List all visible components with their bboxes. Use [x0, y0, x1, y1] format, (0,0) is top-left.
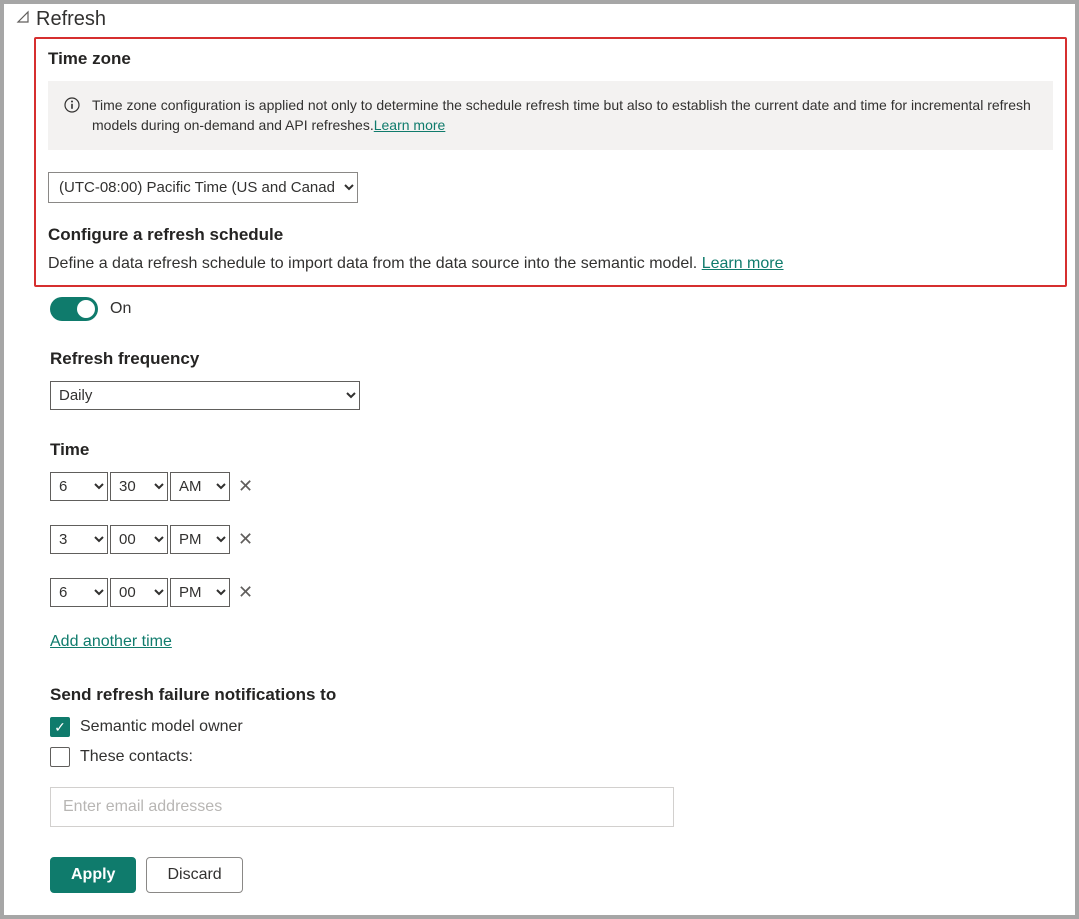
notify-owner-row: ✓ Semantic model owner [50, 717, 1063, 737]
section-header[interactable]: Refresh [4, 4, 1075, 35]
ampm-select[interactable]: AM [170, 472, 230, 501]
ampm-select[interactable]: PM [170, 578, 230, 607]
toggle-state-label: On [110, 300, 131, 318]
timezone-heading: Time zone [48, 49, 1053, 69]
collapse-icon [16, 10, 30, 29]
frequency-heading: Refresh frequency [50, 349, 1063, 369]
discard-button[interactable]: Discard [146, 857, 242, 893]
time-row-1: 3 00 PM ✕ [50, 525, 1063, 554]
highlighted-region: Time zone Time zone configuration is app… [34, 37, 1067, 287]
remove-time-icon[interactable]: ✕ [238, 583, 253, 601]
minute-select[interactable]: 30 [110, 472, 168, 501]
schedule-heading: Configure a refresh schedule [48, 225, 1053, 245]
timezone-info-text: Time zone configuration is applied not o… [92, 95, 1037, 136]
hour-select[interactable]: 6 [50, 472, 108, 501]
action-buttons: Apply Discard [50, 857, 1063, 893]
notify-contacts-checkbox[interactable] [50, 747, 70, 767]
toggle-knob [77, 300, 95, 318]
add-another-time-link[interactable]: Add another time [50, 633, 172, 651]
timezone-select[interactable]: (UTC-08:00) Pacific Time (US and Canada) [48, 172, 358, 203]
minute-select[interactable]: 00 [110, 578, 168, 607]
section-title: Refresh [36, 8, 106, 31]
settings-body: On Refresh frequency Daily Time 6 30 AM … [4, 297, 1075, 905]
notify-contacts-row: These contacts: [50, 747, 1063, 767]
notify-contacts-label: These contacts: [80, 748, 193, 766]
ampm-select[interactable]: PM [170, 525, 230, 554]
remove-time-icon[interactable]: ✕ [238, 477, 253, 495]
timezone-info-banner: Time zone configuration is applied not o… [48, 81, 1053, 150]
schedule-description: Define a data refresh schedule to import… [48, 253, 1053, 275]
notify-heading: Send refresh failure notifications to [50, 685, 1063, 705]
notify-owner-label: Semantic model owner [80, 718, 243, 736]
schedule-toggle-row: On [50, 297, 1063, 321]
remove-time-icon[interactable]: ✕ [238, 530, 253, 548]
time-row-0: 6 30 AM ✕ [50, 472, 1063, 501]
hour-select[interactable]: 6 [50, 578, 108, 607]
refresh-settings-panel: Refresh Time zone Time zone configuratio… [4, 4, 1075, 915]
schedule-desc-text: Define a data refresh schedule to import… [48, 255, 702, 272]
apply-button[interactable]: Apply [50, 857, 136, 893]
time-row-2: 6 00 PM ✕ [50, 578, 1063, 607]
checkmark-icon: ✓ [54, 720, 66, 734]
schedule-learn-more-link[interactable]: Learn more [702, 255, 784, 272]
notify-owner-checkbox[interactable]: ✓ [50, 717, 70, 737]
contacts-email-input[interactable] [50, 787, 674, 827]
hour-select[interactable]: 3 [50, 525, 108, 554]
schedule-toggle[interactable] [50, 297, 98, 321]
frequency-select[interactable]: Daily [50, 381, 360, 410]
time-heading: Time [50, 440, 1063, 460]
minute-select[interactable]: 00 [110, 525, 168, 554]
timezone-learn-more-link[interactable]: Learn more [374, 117, 446, 133]
timezone-info-body: Time zone configuration is applied not o… [92, 97, 1031, 133]
info-icon [64, 97, 80, 113]
